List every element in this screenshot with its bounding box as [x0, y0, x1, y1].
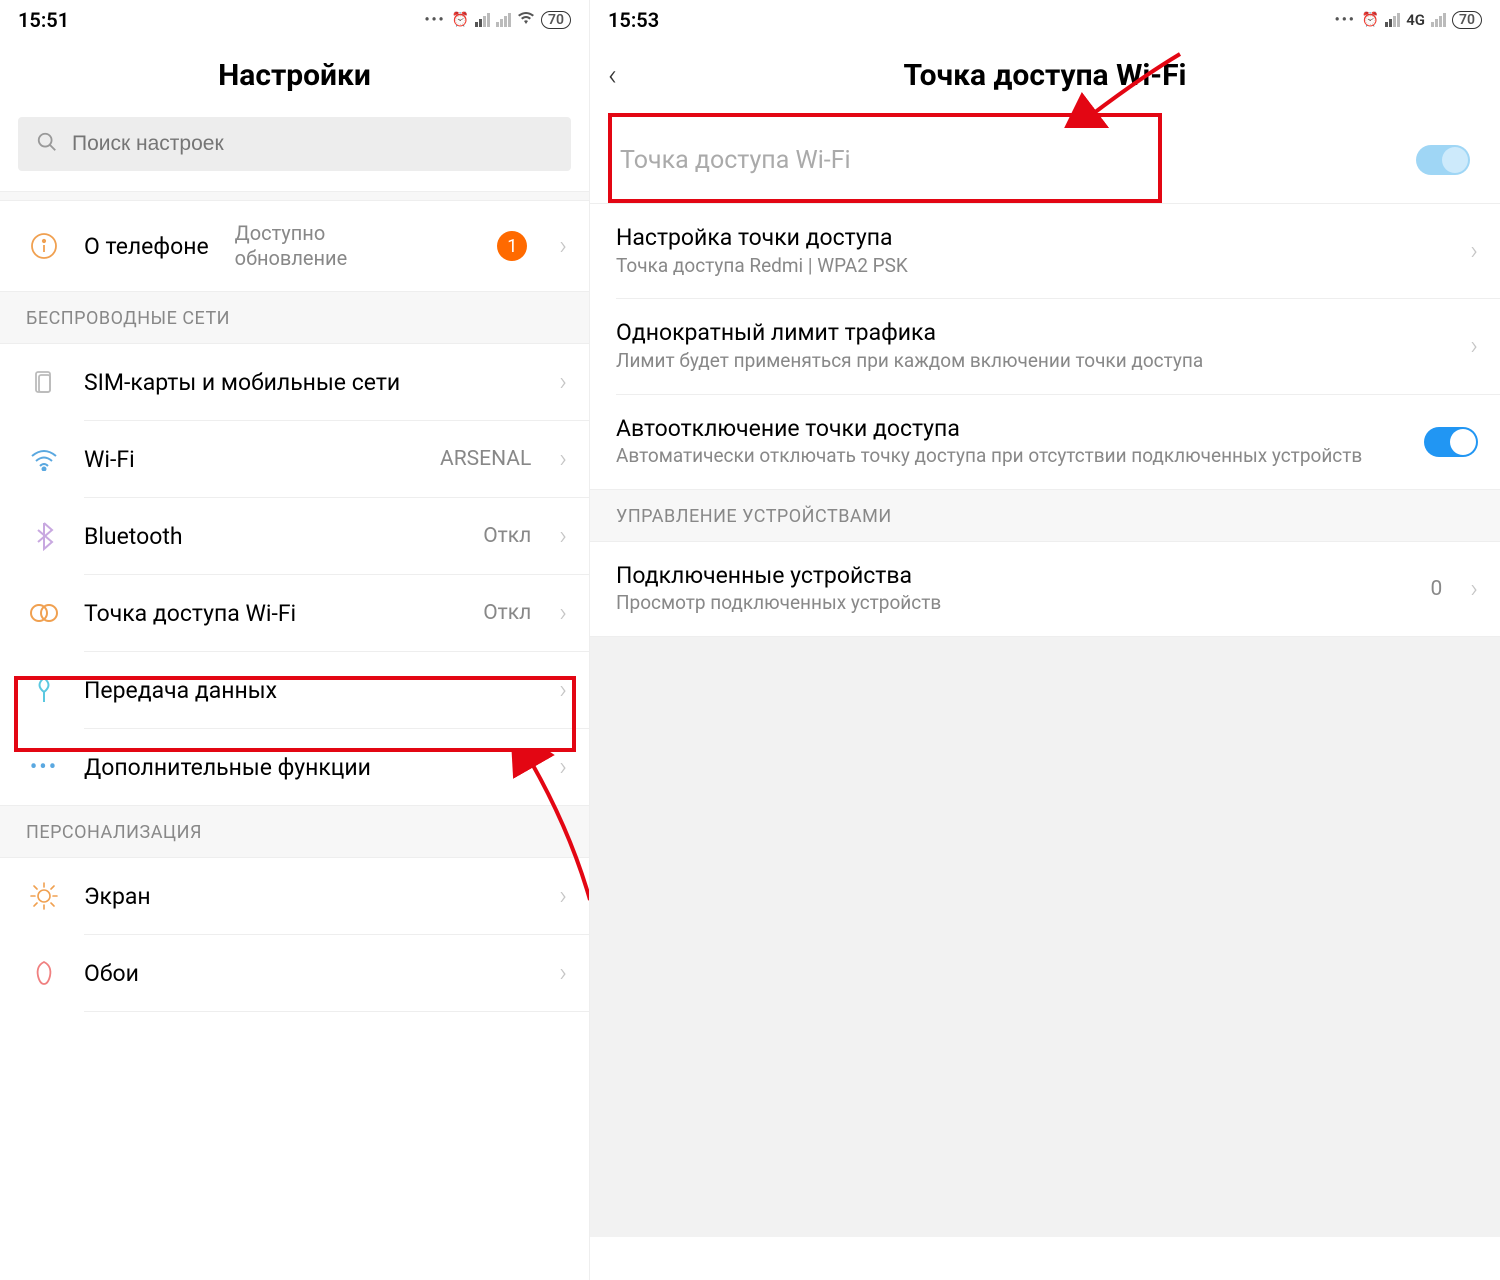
page-title: Точка доступа Wi-Fi [608, 58, 1482, 93]
chevron-right-icon: › [1470, 574, 1478, 604]
limit-label: Однократный лимит трафика [616, 319, 1448, 347]
row-data[interactable]: Передача данных › [0, 652, 589, 728]
connected-label: Подключенные устройства [616, 562, 1408, 590]
wifi-value: ARSENAL [440, 447, 531, 471]
signal-icon-2 [1431, 13, 1446, 27]
display-label: Экран [84, 883, 151, 910]
autooff-label: Автоотключение точки доступа [616, 415, 1402, 443]
data-label: Передача данных [84, 677, 277, 704]
more-label: Дополнительные функции [84, 754, 371, 781]
chevron-right-icon: › [1470, 331, 1478, 361]
wallpaper-label: Обои [84, 960, 139, 987]
clock: 15:51 [18, 8, 69, 32]
sim-icon [26, 364, 62, 400]
more-icon: ••• [26, 749, 62, 785]
info-icon [26, 228, 62, 264]
setup-label: Настройка точки доступа [616, 224, 1448, 252]
signal-icon [475, 13, 490, 27]
more-icon: ••• [424, 12, 445, 28]
search-icon [36, 131, 58, 157]
hotspot-icon [26, 595, 62, 631]
chevron-right-icon: › [1470, 236, 1478, 266]
signal-icon [1385, 13, 1400, 27]
row-display[interactable]: Экран › [0, 858, 589, 934]
row-auto-off[interactable]: Автоотключение точки доступа Автоматичес… [590, 395, 1500, 489]
row-hotspot-toggle[interactable]: Точка доступа Wi-Fi [590, 117, 1500, 203]
autooff-sub: Автоматически отключать точку доступа пр… [616, 444, 1402, 469]
row-hotspot-setup[interactable]: Настройка точки доступа Точка доступа Re… [590, 204, 1500, 298]
data-icon [26, 672, 62, 708]
row-connected[interactable]: Подключенные устройства Просмотр подключ… [590, 542, 1500, 636]
hotspot-value: Откл [483, 601, 531, 625]
bluetooth-label: Bluetooth [84, 523, 183, 550]
chevron-right-icon: › [559, 958, 567, 988]
chevron-right-icon: › [559, 231, 567, 261]
chevron-right-icon: › [559, 521, 567, 551]
wallpaper-icon [26, 955, 62, 991]
battery-icon: 70 [1452, 11, 1482, 29]
search-input[interactable] [72, 132, 553, 156]
section-devices: УПРАВЛЕНИЕ УСТРОЙСТВАМИ [590, 489, 1500, 542]
status-bar: 15:53 ••• ⏰ 4G 70 [590, 0, 1500, 36]
wifi-icon [517, 11, 535, 29]
chevron-right-icon: › [559, 367, 567, 397]
update-badge: 1 [497, 231, 527, 261]
header: ‹ Точка доступа Wi-Fi [590, 36, 1500, 117]
signal-icon-2 [496, 13, 511, 27]
section-wireless: БЕСПРОВОДНЫЕ СЕТИ [0, 291, 589, 344]
autooff-toggle[interactable] [1424, 427, 1478, 457]
section-personal: ПЕРСОНАЛИЗАЦИЯ [0, 805, 589, 858]
status-icons: ••• ⏰ 4G 70 [1335, 11, 1482, 29]
bluetooth-icon [26, 518, 62, 554]
about-label: О телефоне [84, 233, 209, 260]
clock: 15:53 [608, 8, 659, 32]
connected-sub: Просмотр подключенных устройств [616, 591, 1408, 616]
phone-hotspot: 15:53 ••• ⏰ 4G 70 ‹ Точка доступа Wi-Fi … [590, 0, 1500, 1280]
hotspot-toggle[interactable] [1416, 145, 1470, 175]
hotspot-toggle-label: Точка доступа Wi-Fi [620, 146, 851, 175]
chevron-right-icon: › [559, 675, 567, 705]
alarm-icon: ⏰ [1362, 12, 1379, 28]
chevron-right-icon: › [559, 444, 567, 474]
chevron-right-icon: › [559, 598, 567, 628]
sim-label: SIM-карты и мобильные сети [84, 369, 400, 396]
row-more[interactable]: ••• Дополнительные функции › [0, 729, 589, 805]
row-about-phone[interactable]: О телефоне Доступно обновление 1 › [0, 201, 589, 291]
phone-settings: 15:51 ••• ⏰ 70 Настройки О телефоне Дост… [0, 0, 590, 1280]
row-limit[interactable]: Однократный лимит трафика Лимит будет пр… [590, 299, 1500, 393]
about-secondary: Доступно обновление [235, 221, 348, 271]
chevron-right-icon: › [559, 881, 567, 911]
network-type: 4G [1406, 11, 1425, 29]
row-wifi[interactable]: Wi-Fi ARSENAL › [0, 421, 589, 497]
connected-value: 0 [1430, 577, 1442, 601]
row-bluetooth[interactable]: Bluetooth Откл › [0, 498, 589, 574]
battery-icon: 70 [541, 11, 571, 29]
status-bar: 15:51 ••• ⏰ 70 [0, 0, 589, 36]
row-wallpaper[interactable]: Обои › [0, 935, 589, 1011]
alarm-icon: ⏰ [452, 12, 469, 28]
hotspot-label: Точка доступа Wi-Fi [84, 600, 296, 627]
setup-sub: Точка доступа Redmi | WPA2 PSK [616, 254, 1448, 279]
limit-sub: Лимит будет применяться при каждом включ… [616, 349, 1448, 374]
display-icon [26, 878, 62, 914]
search-bar[interactable] [18, 117, 571, 171]
row-sim[interactable]: SIM-карты и мобильные сети › [0, 344, 589, 420]
chevron-right-icon: › [559, 752, 567, 782]
page-title: Настройки [0, 36, 589, 117]
more-icon: ••• [1335, 12, 1356, 28]
row-hotspot[interactable]: Точка доступа Wi-Fi Откл › [0, 575, 589, 651]
bluetooth-value: Откл [483, 524, 531, 548]
wifi-icon [26, 441, 62, 477]
wifi-label: Wi-Fi [84, 446, 135, 473]
status-icons: ••• ⏰ 70 [424, 11, 571, 29]
